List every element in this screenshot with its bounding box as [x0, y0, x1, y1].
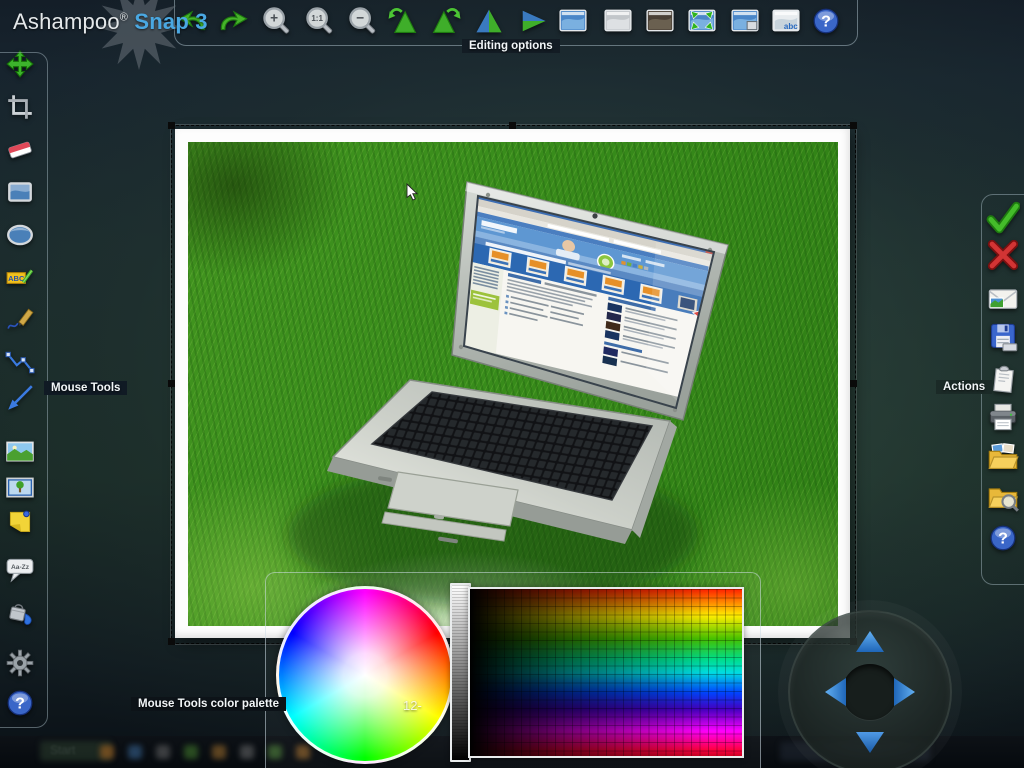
nav-up-arrow[interactable]: [856, 631, 884, 652]
app-window: Start Ashampoo® Snap 3 + 1:1 −: [0, 0, 1024, 768]
photo-laptop-on-grass: [188, 142, 838, 626]
laptop-illustration: [288, 181, 729, 606]
app-title-product: Snap 3: [134, 9, 208, 34]
selection-handle-sw[interactable]: [168, 638, 175, 645]
editing-options-label: Editing options: [462, 39, 560, 53]
taskbar-blob: [212, 745, 226, 759]
actions-label: Actions: [936, 380, 993, 394]
nav-down-arrow[interactable]: [856, 732, 884, 753]
taskbar-blob: [100, 745, 114, 759]
watermark-text: 12-: [403, 698, 422, 713]
mouse-cursor: [406, 182, 419, 201]
taskbar-blob: [128, 745, 142, 759]
navigation-pad[interactable]: [788, 610, 952, 768]
taskbar-blob: [184, 745, 198, 759]
image-white-frame: [175, 129, 850, 638]
nav-left-arrow[interactable]: [825, 678, 846, 706]
taskbar-blob: [240, 745, 254, 759]
mouse-tools-label: Mouse Tools: [44, 381, 128, 395]
selection-handle-n[interactable]: [509, 122, 516, 129]
app-title-brand: Ashampoo: [13, 9, 120, 34]
color-wheel[interactable]: [276, 586, 454, 764]
selection-handle-e[interactable]: [850, 380, 857, 387]
mouse-tools-panel: [0, 52, 48, 728]
color-matrix[interactable]: [468, 587, 744, 758]
selection-handle-w[interactable]: [168, 380, 175, 387]
taskbar-blob: [156, 745, 170, 759]
selection-handle-ne[interactable]: [850, 122, 857, 129]
navigation-hub[interactable]: [842, 664, 898, 720]
nav-right-arrow[interactable]: [894, 678, 915, 706]
app-title: Ashampoo® Snap 3: [13, 9, 208, 35]
registered-mark: ®: [119, 11, 129, 24]
selection-handle-nw[interactable]: [168, 122, 175, 129]
canvas-selection[interactable]: [171, 125, 856, 644]
color-palette-label: Mouse Tools color palette: [131, 697, 286, 711]
